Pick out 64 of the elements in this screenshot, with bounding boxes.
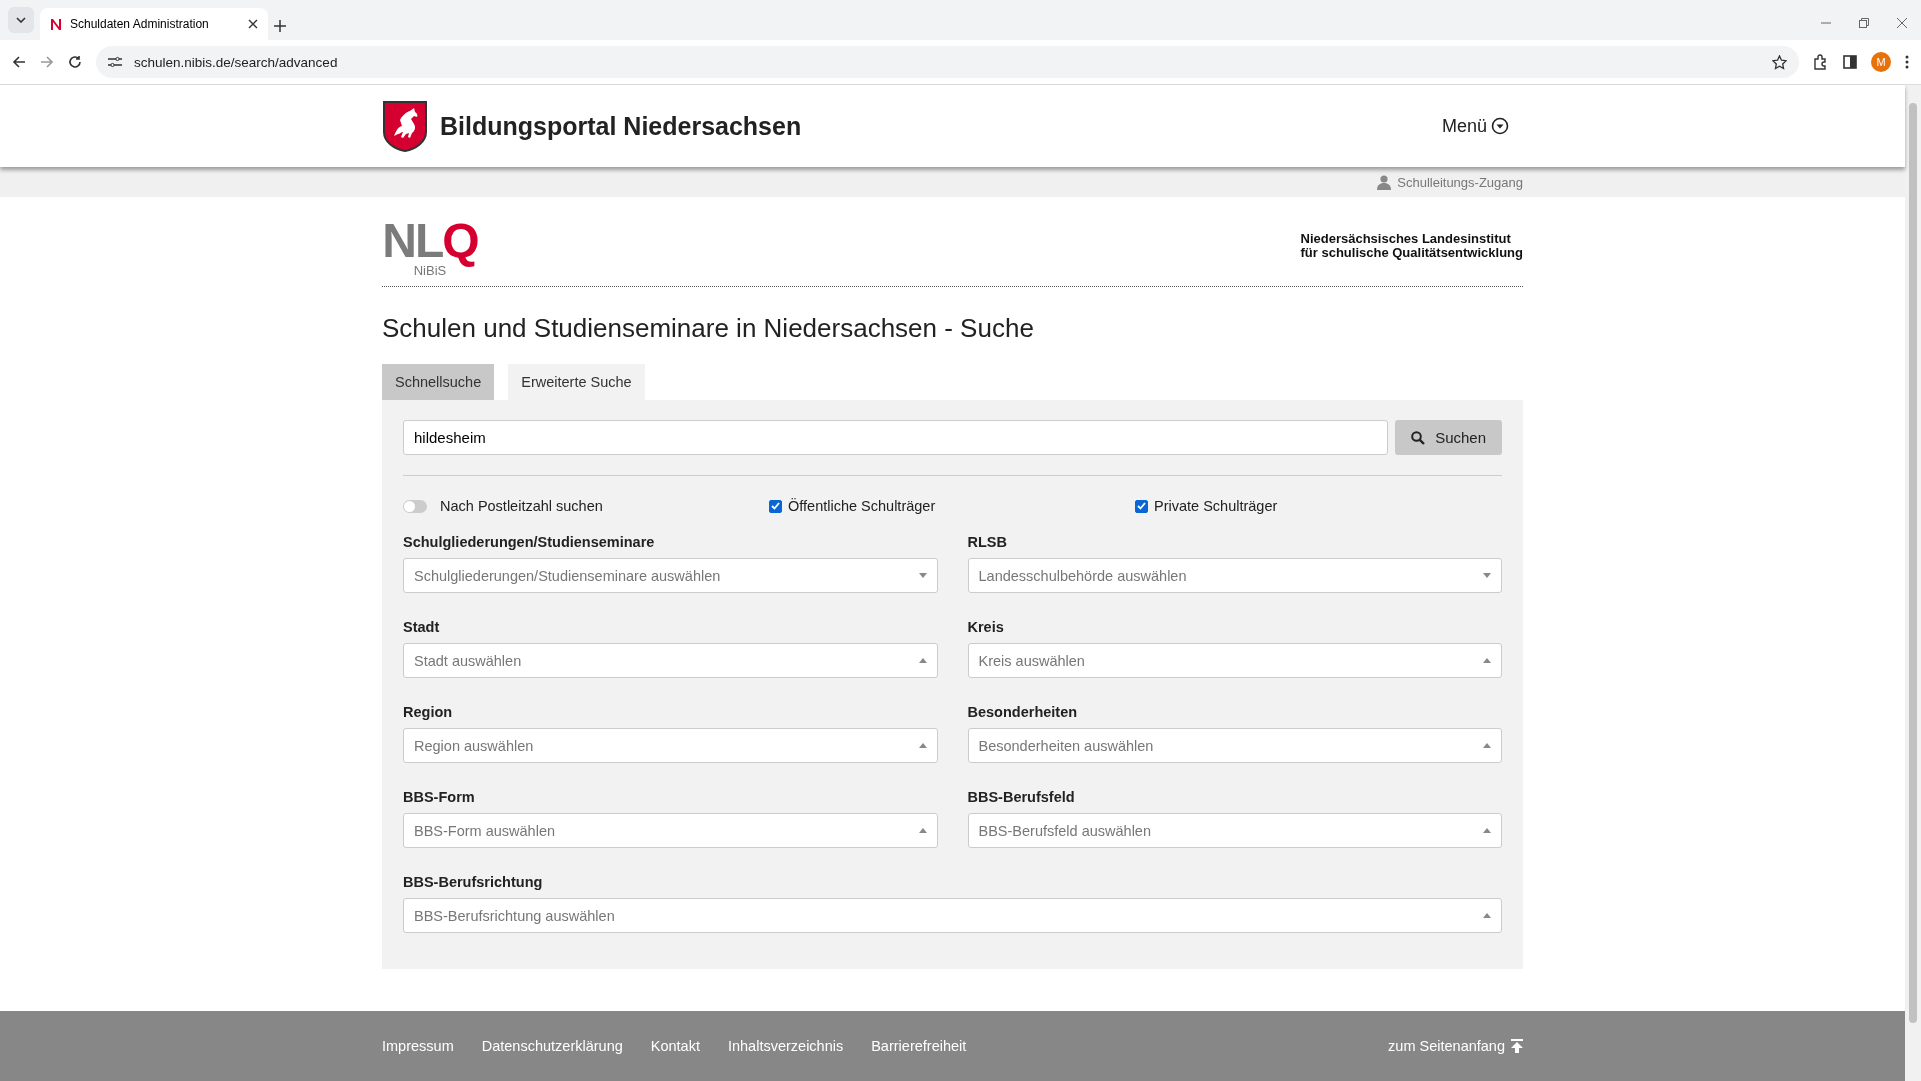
footer-link[interactable]: Datenschutzerklärung [481,1038,623,1054]
search-tab[interactable]: Schnellsuche [382,364,495,400]
option-label: Nach Postleitzahl suchen [440,498,603,514]
profile-avatar[interactable]: M [1871,52,1891,72]
select-dropdown[interactable]: Landesschulbehörde auswählen [967,558,1502,593]
search-button[interactable]: Suchen [1395,420,1502,455]
toggle-switch[interactable] [403,499,427,513]
scrollbar[interactable] [1905,85,1921,1081]
option-label: Private Schulträger [1154,498,1278,514]
select-dropdown[interactable]: BBS-Form auswählen [403,813,938,848]
logo-subtitle: NiBiS [413,263,447,278]
select-dropdown[interactable]: Schulgliederungen/Studienseminare auswählen [403,558,938,593]
footer-link[interactable]: Impressum [382,1038,454,1054]
reload-icon[interactable] [68,55,82,69]
filter-label: BBS-Berufsfeld [967,789,1076,805]
chevron-circle-icon [1491,117,1509,135]
select-dropdown[interactable]: Region auswählen [403,728,938,763]
filter-label: Stadt [403,619,441,635]
option-label: Öffentliche Schulträger [788,498,936,514]
filter-label: RLSB [967,534,1008,550]
favicon-icon [50,17,62,31]
footer-link[interactable]: Kontakt [650,1038,700,1054]
select-dropdown[interactable]: Stadt auswählen [403,643,938,678]
arrow-to-top-icon [1511,1039,1523,1053]
star-icon[interactable] [1772,54,1787,70]
close-icon[interactable] [1897,18,1907,28]
back-to-top-link[interactable]: zum Seitenanfang [1388,1038,1523,1054]
close-tab-icon[interactable] [248,19,258,29]
filter-label: BBS-Berufsrichtung [403,874,544,890]
checkbox[interactable] [769,499,782,513]
select-dropdown[interactable]: BBS-Berufsfeld auswählen [967,813,1502,848]
search-tab[interactable]: Erweiterte Suche [508,364,645,400]
page-title: Schulen und Studienseminare in Niedersachsen - Suche [382,313,1035,344]
filter-label: BBS-Form [403,789,476,805]
checkbox[interactable] [1135,499,1148,513]
tab-search-button[interactable] [8,7,34,33]
select-dropdown[interactable]: BBS-Berufsrichtung auswählen [403,898,1502,933]
institute-name: Niedersächsisches Landesinstitut für schulische Qualitätsentwicklung [1300,232,1523,260]
horse-crest-logo[interactable] [382,100,428,152]
select-dropdown[interactable]: Besonderheiten auswählen [967,728,1502,763]
login-link[interactable]: Schulleitungs-Zugang [1377,174,1523,190]
forward-icon[interactable] [40,55,54,69]
site-title: Bildungsportal Niedersachsen [440,111,803,141]
filter-label: Besonderheiten [967,704,1079,720]
site-settings-icon[interactable] [108,56,122,68]
filter-label: Kreis [967,619,1005,635]
search-icon [1411,430,1426,445]
footer-link[interactable]: Barrierefreiheit [871,1038,967,1054]
new-tab-icon[interactable] [274,20,286,32]
select-dropdown[interactable]: Kreis auswählen [967,643,1502,678]
back-icon[interactable] [12,55,26,69]
restore-icon[interactable] [1859,18,1869,28]
more-icon[interactable] [1905,55,1909,69]
menu-button[interactable]: Menü [1441,115,1509,137]
footer-link[interactable]: Inhaltsverzeichnis [727,1038,844,1054]
filter-label: Region [403,704,454,720]
address-bar[interactable]: schulen.nibis.de/search/advanced [96,46,1799,78]
chevron-down-icon [16,17,26,23]
extensions-icon[interactable] [1813,54,1829,70]
user-icon [1377,174,1392,190]
search-field[interactable]: hildesheim [403,420,1389,455]
side-panel-icon[interactable] [1843,55,1857,69]
browser-tab[interactable]: Schuldaten Administration [40,8,268,40]
filter-label: Schulgliederungen/Studienseminare [403,534,656,550]
